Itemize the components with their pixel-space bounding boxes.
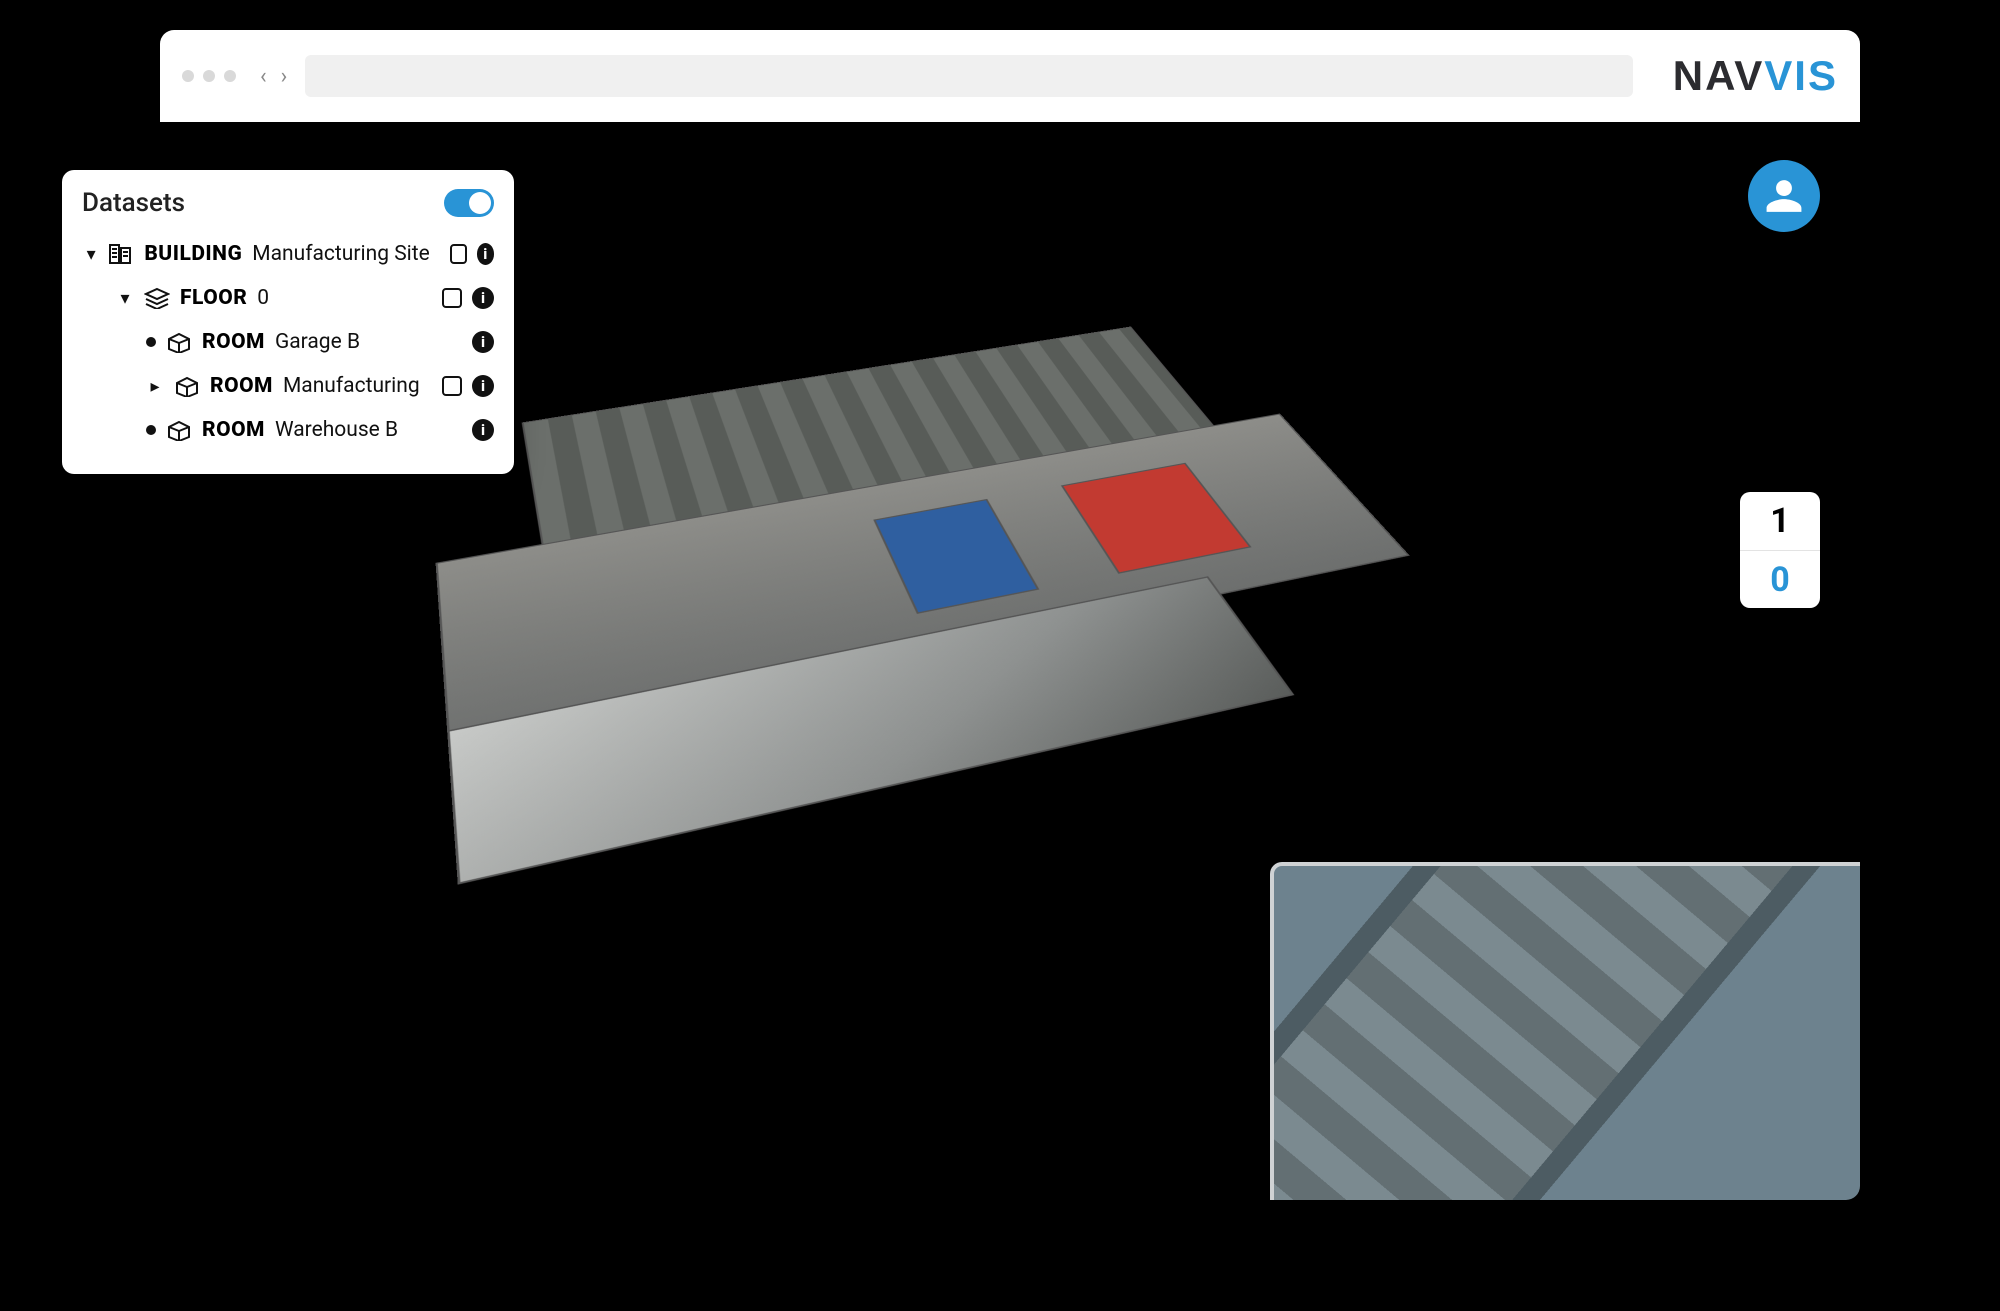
room-icon — [174, 375, 200, 397]
nav-back-icon[interactable]: ‹ — [260, 64, 267, 89]
window-maximize-dot[interactable] — [224, 70, 236, 82]
tree-row-room-garage-b[interactable]: ROOM Garage B i — [82, 320, 494, 364]
brand-part1: NAV — [1673, 52, 1765, 99]
nav-forward-icon[interactable]: › — [281, 64, 288, 89]
visibility-checkbox[interactable] — [442, 288, 462, 308]
tree-row-floor[interactable]: ▾ FLOOR 0 i — [82, 276, 494, 320]
tree-name-label: Warehouse B — [275, 418, 398, 442]
window-minimize-dot[interactable] — [203, 70, 215, 82]
info-icon[interactable]: i — [472, 331, 494, 353]
info-icon[interactable]: i — [472, 375, 494, 397]
room-icon — [166, 419, 192, 441]
floor-level-0[interactable]: 0 — [1740, 550, 1820, 608]
info-icon[interactable]: i — [472, 287, 494, 309]
building-icon — [108, 243, 134, 265]
tree-row-room-warehouse-b[interactable]: ROOM Warehouse B i — [82, 408, 494, 452]
datasets-title: Datasets — [82, 188, 185, 218]
chevron-down-icon[interactable]: ▾ — [84, 244, 98, 265]
floor-icon — [144, 287, 170, 309]
tree-type-label: BUILDING — [144, 242, 242, 266]
info-icon[interactable]: i — [472, 419, 494, 441]
chevron-down-icon[interactable]: ▾ — [116, 288, 134, 309]
tree-type-label: ROOM — [202, 418, 265, 442]
visibility-checkbox[interactable] — [450, 244, 467, 264]
visibility-checkbox[interactable] — [442, 376, 462, 396]
person-icon — [1765, 177, 1803, 215]
account-button[interactable] — [1748, 160, 1820, 232]
tree-type-label: FLOOR — [180, 286, 247, 310]
floor-level-1[interactable]: 1 — [1740, 492, 1820, 550]
tree-row-building[interactable]: ▾ BUILDING Manufacturing Site i — [82, 232, 494, 276]
address-bar[interactable] — [305, 55, 1633, 97]
datasets-tree: ▾ BUILDING Manufacturing Site i ▾ — [82, 232, 494, 452]
minimap[interactable] — [1270, 862, 1860, 1200]
window-close-dot[interactable] — [182, 70, 194, 82]
tree-name-label: Manufacturing Site — [252, 242, 430, 266]
bullet-icon — [146, 337, 156, 347]
chevron-right-icon[interactable]: ▸ — [146, 376, 164, 397]
bullet-icon — [146, 425, 156, 435]
room-icon — [166, 331, 192, 353]
tree-type-label: ROOM — [210, 374, 273, 398]
info-icon[interactable]: i — [477, 243, 495, 265]
window-controls[interactable] — [182, 70, 236, 82]
brand-part2: VIS — [1764, 52, 1838, 99]
tree-name-label: Garage B — [275, 330, 360, 354]
nav-arrows: ‹ › — [260, 64, 287, 89]
brand-logo: NAVVIS — [1673, 52, 1838, 100]
tree-type-label: ROOM — [202, 330, 265, 354]
floor-selector: 1 0 — [1740, 492, 1820, 608]
browser-titlebar: ‹ › NAVVIS — [160, 30, 1860, 122]
tree-row-room-manufacturing[interactable]: ▸ ROOM Manufacturing i — [82, 364, 494, 408]
building-model-placeholder — [427, 298, 1653, 894]
tree-name-label: Manufacturing — [283, 374, 420, 398]
datasets-panel: Datasets ▾ BUILDING Manufacturing Site i — [62, 170, 514, 474]
tree-name-label: 0 — [257, 286, 269, 310]
datasets-toggle[interactable] — [444, 189, 494, 217]
